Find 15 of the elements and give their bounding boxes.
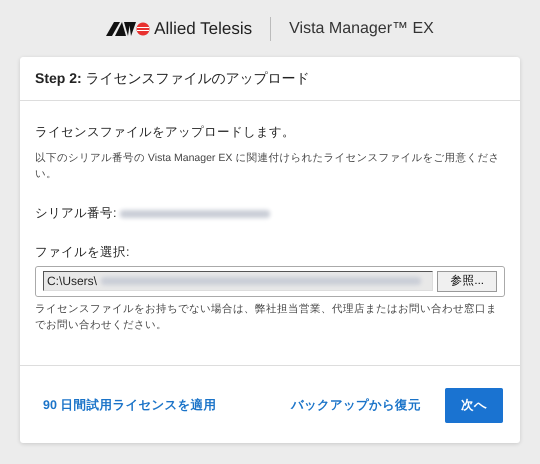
restore-backup-link[interactable]: バックアップから復元 xyxy=(291,396,421,415)
brand-name: Allied Telesis xyxy=(154,18,252,40)
file-path-field[interactable]: C:\Users\ xyxy=(43,271,434,292)
file-label: ファイルを選択: xyxy=(35,244,130,262)
logo-icon xyxy=(106,22,150,36)
intro-text: ライセンスファイルをアップロードします。 xyxy=(35,124,296,141)
next-button[interactable]: 次へ xyxy=(445,388,503,423)
description-text: 以下のシリアル番号の Vista Manager EX に関連付けられたライセンスファイルをご用意ください。 xyxy=(35,150,500,182)
file-path-text: C:\Users\ xyxy=(47,273,98,290)
help-text: ライセンスファイルをお持ちでない場合は、弊社担当営業、代理店またはお問い合わせ窓口までお問い合わせください。 xyxy=(35,302,498,334)
dialog-title: Step 2: ライセンスファイルのアップロード xyxy=(35,70,310,86)
browse-button[interactable]: 参照... xyxy=(437,270,497,292)
product-name: Vista Manager™ EX xyxy=(289,18,434,38)
trial-license-link[interactable]: 90 日間試用ライセンスを適用 xyxy=(43,396,216,415)
serial-label: シリアル番号: xyxy=(35,205,116,222)
